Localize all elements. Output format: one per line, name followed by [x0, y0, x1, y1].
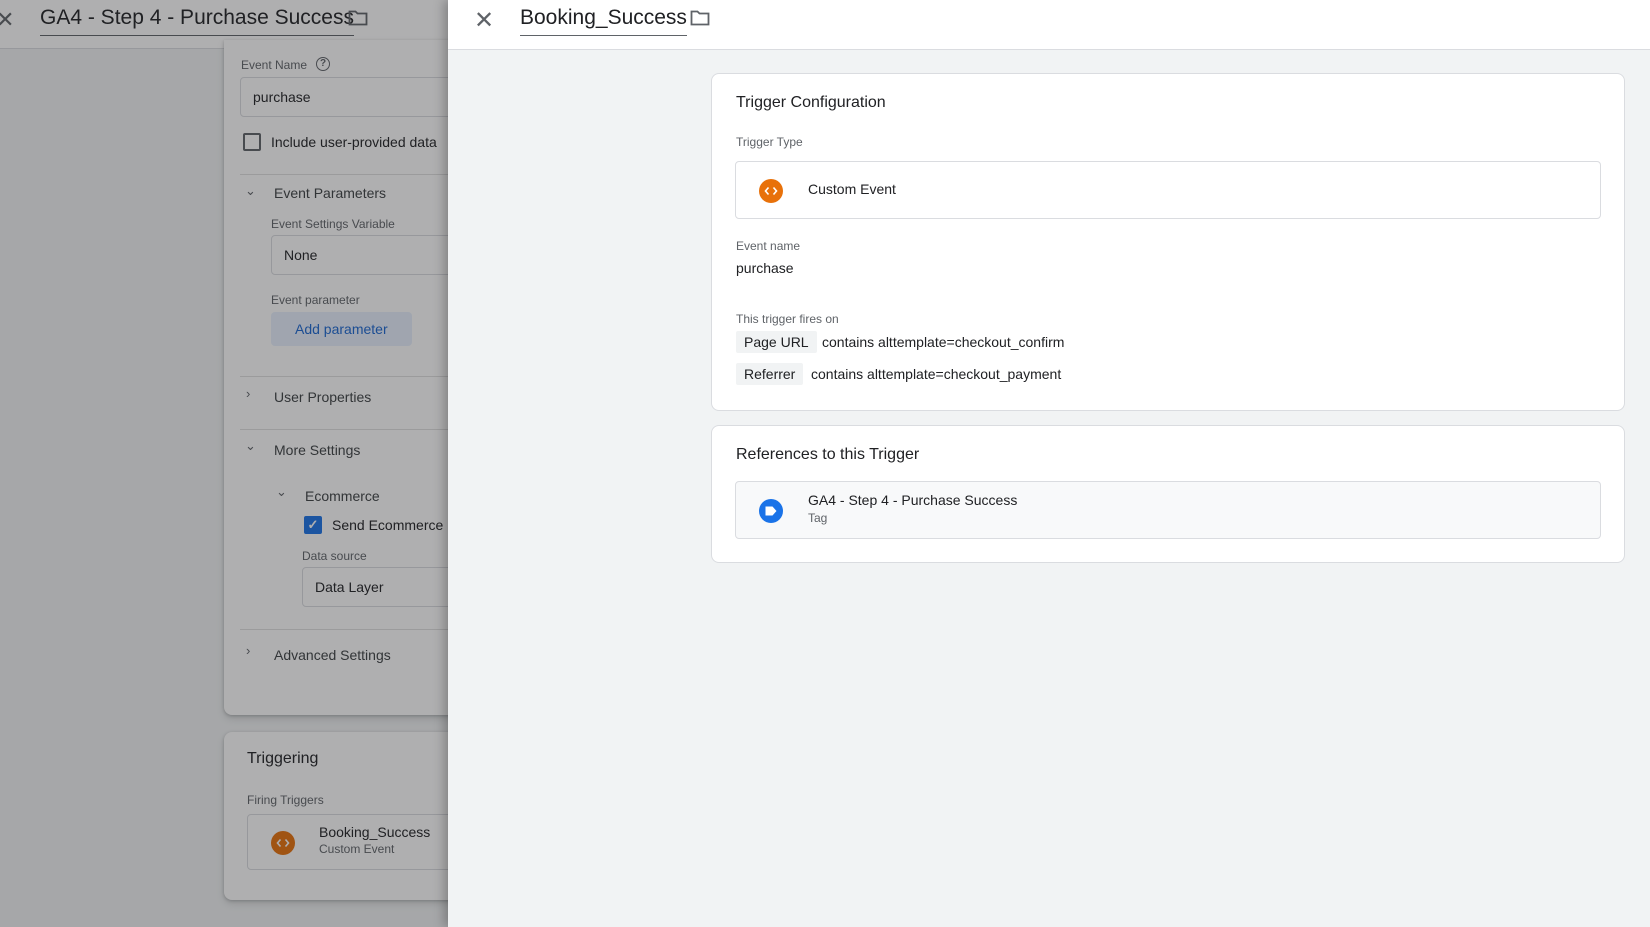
reference-kind: Tag	[808, 511, 828, 525]
trigger-name-title[interactable]: Booking_Success	[520, 6, 687, 36]
trigger-type-name: Custom Event	[808, 181, 896, 197]
event-name-label: Event name	[736, 239, 801, 253]
trigger-configuration-card[interactable]: Trigger Configuration Trigger Type Custo…	[711, 73, 1625, 411]
condition-variable-chip: Page URL	[736, 331, 817, 353]
folder-icon[interactable]	[690, 9, 710, 31]
reference-item[interactable]: GA4 - Step 4 - Purchase Success Tag	[735, 481, 1601, 539]
trigger-panel-header: ✕ Booking_Success	[448, 0, 1650, 50]
fires-on-label: This trigger fires on	[736, 312, 839, 326]
condition-text: contains alttemplate=checkout_payment	[811, 366, 1062, 382]
trigger-type-box[interactable]: Custom Event	[735, 161, 1601, 219]
condition-text: contains alttemplate=checkout_confirm	[822, 334, 1065, 350]
references-card: References to this Trigger GA4 - Step 4 …	[711, 425, 1625, 563]
references-title: References to this Trigger	[736, 446, 920, 463]
event-name-value: purchase	[736, 260, 794, 276]
trigger-configuration-title: Trigger Configuration	[736, 94, 886, 111]
reference-name: GA4 - Step 4 - Purchase Success	[808, 492, 1018, 508]
tag-icon	[759, 499, 783, 523]
condition-variable-chip: Referrer	[736, 363, 804, 385]
code-brackets-icon	[759, 179, 783, 203]
trigger-type-label: Trigger Type	[736, 135, 803, 149]
close-icon[interactable]: ✕	[474, 6, 494, 35]
modal-scrim	[0, 0, 448, 927]
trigger-panel: ✕ Booking_Success Trigger Configuration …	[448, 0, 1650, 927]
